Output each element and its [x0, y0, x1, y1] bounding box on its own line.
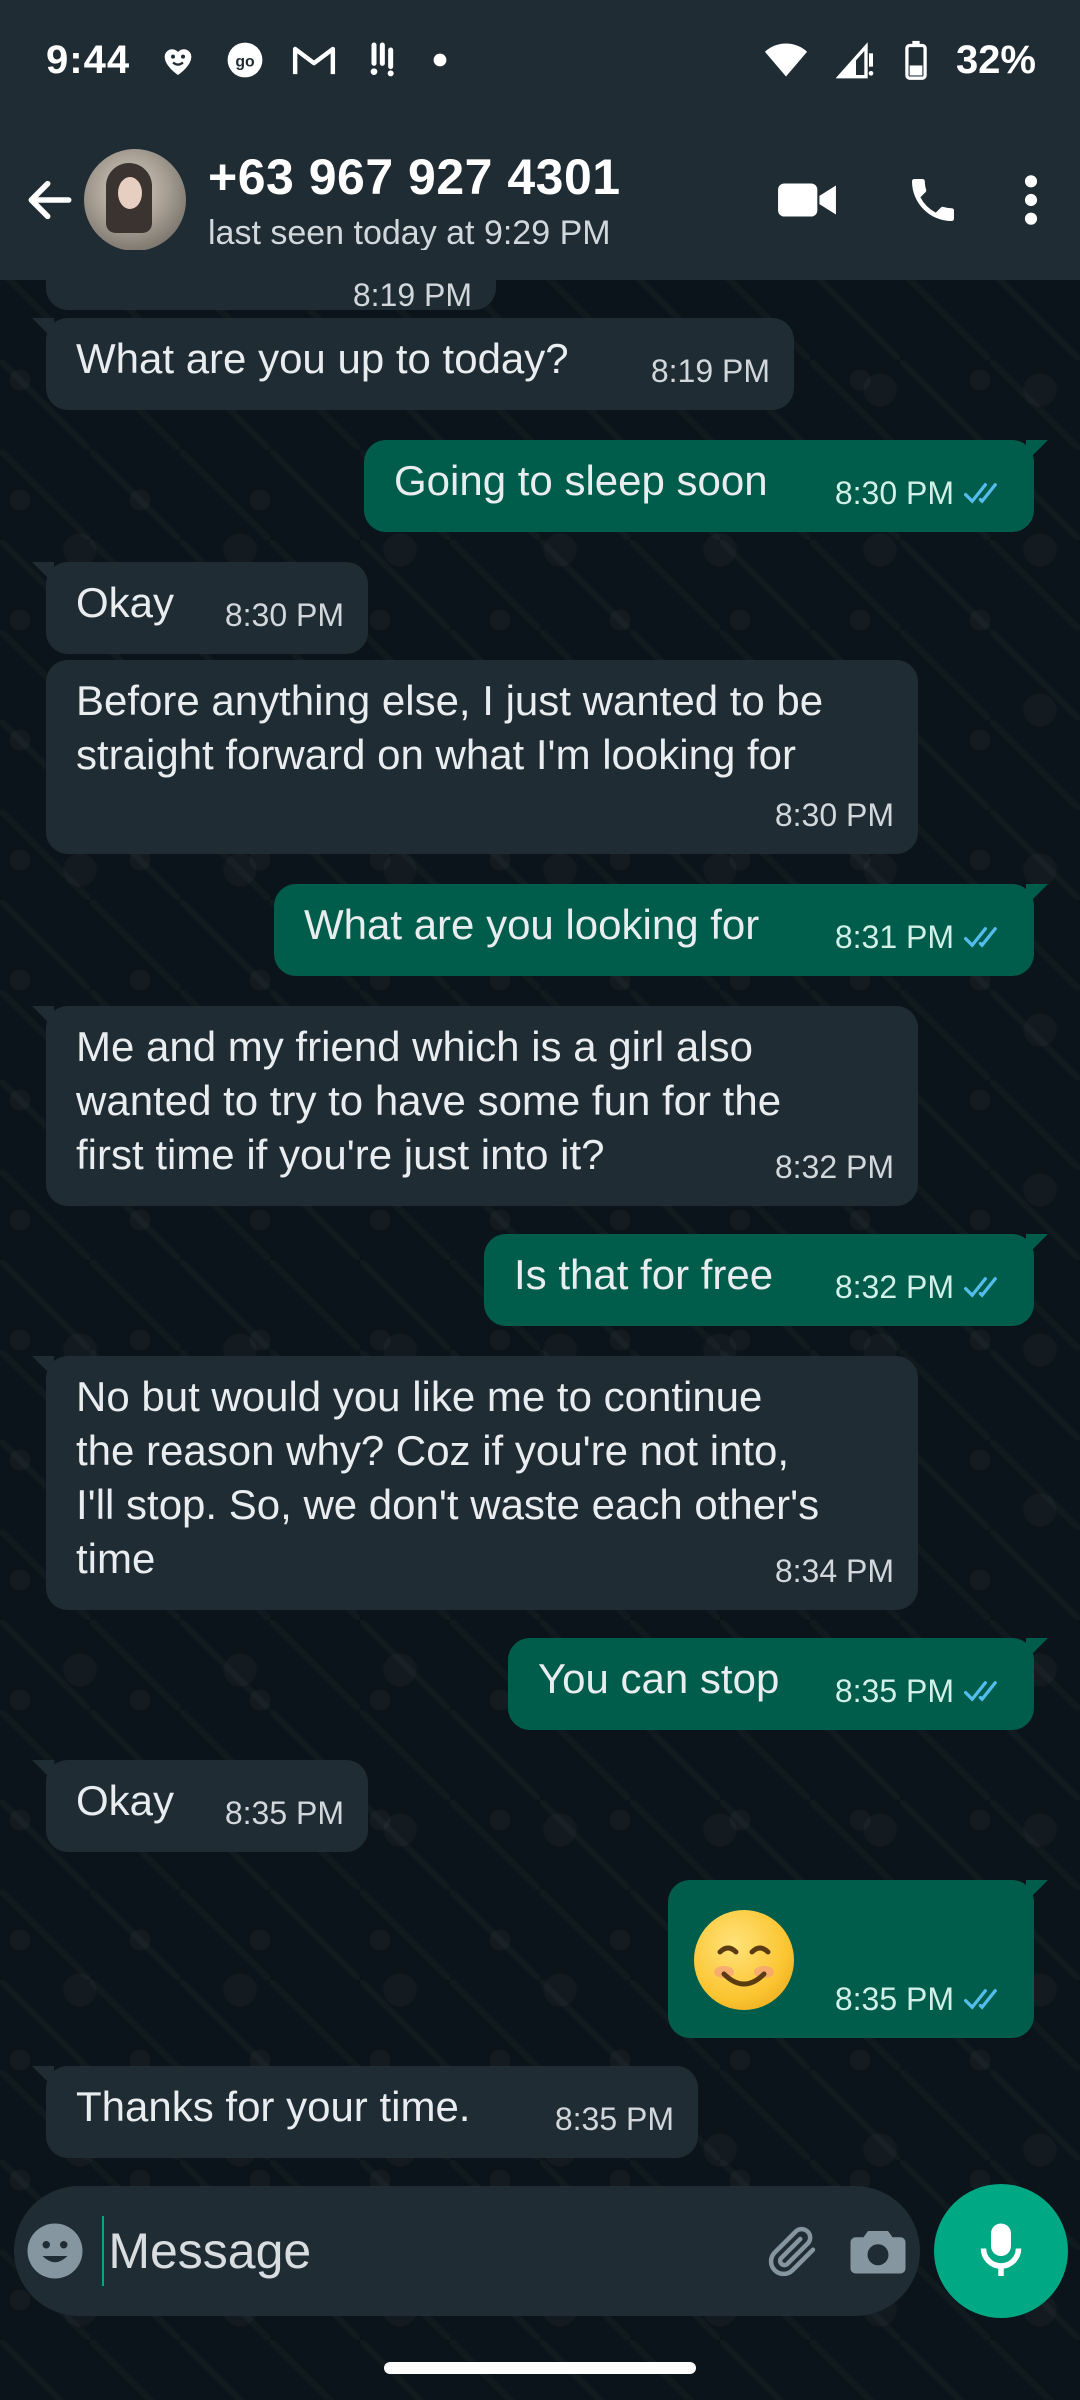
message-line: I'll stop. So, we don't waste each other… [76, 1481, 820, 1528]
message-time: 8:30 PM [834, 475, 954, 511]
message-outgoing[interactable]: You can stop 8:35 PM [508, 1638, 1048, 1730]
message-time: 8:19 PM [650, 353, 770, 389]
message-line: the reason why? Coz if you're not into, [76, 1427, 790, 1474]
message-line: Me and my friend which is a girl also [76, 1023, 753, 1070]
message-line: Before anything else, I just wanted to b… [76, 677, 824, 724]
message-line: time [76, 1535, 156, 1582]
battery-icon [904, 40, 928, 80]
message-composer [14, 2186, 920, 2316]
message-text: Thanks for your time. [76, 2083, 471, 2130]
video-call-button[interactable] [744, 140, 870, 260]
message-time: 8:35 PM [554, 2101, 674, 2137]
last-seen-status: last seen today at 9:29 PM [208, 213, 611, 252]
attach-icon [769, 2226, 816, 2277]
message-line: first time if you're just into it? [76, 1131, 605, 1178]
phone-icon [912, 179, 954, 221]
message-outgoing[interactable]: What are you looking for 8:31 PM [274, 884, 1048, 976]
dot-icon [432, 52, 448, 68]
voice-message-button[interactable] [934, 2184, 1068, 2318]
message-text: What are you looking for [304, 901, 760, 948]
message-time: 8:35 PM [834, 1673, 954, 1709]
gesture-nav-bar[interactable] [384, 2362, 696, 2374]
message-incoming[interactable]: What are you up to today? 8:19 PM [32, 318, 794, 410]
message-outgoing-emoji[interactable]: 8:35 PM [668, 1880, 1048, 2038]
read-receipt-icon [964, 1989, 997, 2010]
contact-info[interactable]: +63 967 927 4301 last seen today at 9:29… [208, 148, 744, 253]
alert-icon [364, 40, 404, 80]
message-text: What are you up to today? [76, 335, 569, 382]
emoji-icon [27, 2223, 83, 2279]
svg-text:go: go [235, 53, 255, 70]
message-outgoing[interactable]: Is that for free 8:32 PM [484, 1234, 1048, 1326]
message-time: 8:19 PM [352, 277, 472, 313]
message-incoming[interactable]: No but would you like me to continue the… [32, 1356, 918, 1610]
more-vert-icon [1024, 175, 1038, 225]
back-arrow-icon [28, 180, 72, 220]
message-time: 8:31 PM [834, 919, 954, 955]
message-text: Is that for free [514, 1251, 774, 1298]
smiling-face-emoji [694, 1910, 794, 2010]
wifi-icon [764, 41, 808, 79]
mic-icon [980, 2223, 1022, 2276]
status-bar: 9:44 go 32% [0, 0, 1080, 120]
message-text: You can stop [538, 1655, 780, 1702]
message-text: Okay [76, 1777, 175, 1824]
message-incoming[interactable]: Me and my friend which is a girl also wa… [32, 1006, 918, 1206]
message-incoming[interactable]: Thanks for your time. 8:35 PM [32, 2066, 698, 2158]
avatar[interactable] [84, 149, 186, 251]
voice-call-button[interactable] [870, 140, 996, 260]
read-receipt-icon [964, 927, 997, 948]
message-incoming[interactable]: Before anything else, I just wanted to b… [46, 660, 918, 854]
heart-icon [158, 40, 198, 80]
go-icon: go [226, 41, 264, 79]
status-time: 9:44 [46, 37, 131, 82]
message-bubble-partial[interactable]: 8:19 PM [46, 250, 496, 313]
message-time: 8:32 PM [774, 1149, 894, 1185]
signal-icon [835, 40, 876, 80]
message-text: Going to sleep soon [394, 457, 768, 504]
message-text: Okay [76, 579, 175, 626]
gmail-icon [292, 42, 336, 78]
emoji-button[interactable] [14, 2191, 96, 2311]
message-line: No but would you like me to continue [76, 1373, 763, 1420]
read-receipt-icon [964, 1277, 997, 1298]
message-time: 8:35 PM [834, 1981, 954, 2017]
message-outgoing[interactable]: Going to sleep soon 8:30 PM [364, 440, 1048, 532]
message-line: wanted to try to have some fun for the [76, 1077, 782, 1124]
message-time: 8:34 PM [774, 1553, 894, 1589]
camera-button[interactable] [836, 2191, 920, 2311]
contact-name: +63 967 927 4301 [208, 148, 621, 205]
message-time: 8:32 PM [834, 1269, 954, 1305]
message-time: 8:35 PM [224, 1795, 344, 1831]
message-incoming[interactable]: Okay 8:35 PM [32, 1760, 368, 1852]
message-time: 8:30 PM [774, 797, 894, 833]
message-line: straight forward on what I'm looking for [76, 731, 797, 778]
video-call-icon [778, 183, 836, 217]
message-input[interactable] [104, 2201, 752, 2301]
read-receipt-icon [964, 1681, 997, 1702]
message-time: 8:30 PM [224, 597, 344, 633]
camera-icon [850, 2231, 906, 2274]
read-receipt-icon [964, 483, 997, 504]
message-incoming[interactable]: Okay 8:30 PM [32, 562, 368, 654]
more-options-button[interactable] [996, 140, 1066, 260]
battery-percent: 32% [955, 37, 1036, 82]
attach-button[interactable] [751, 2191, 835, 2311]
